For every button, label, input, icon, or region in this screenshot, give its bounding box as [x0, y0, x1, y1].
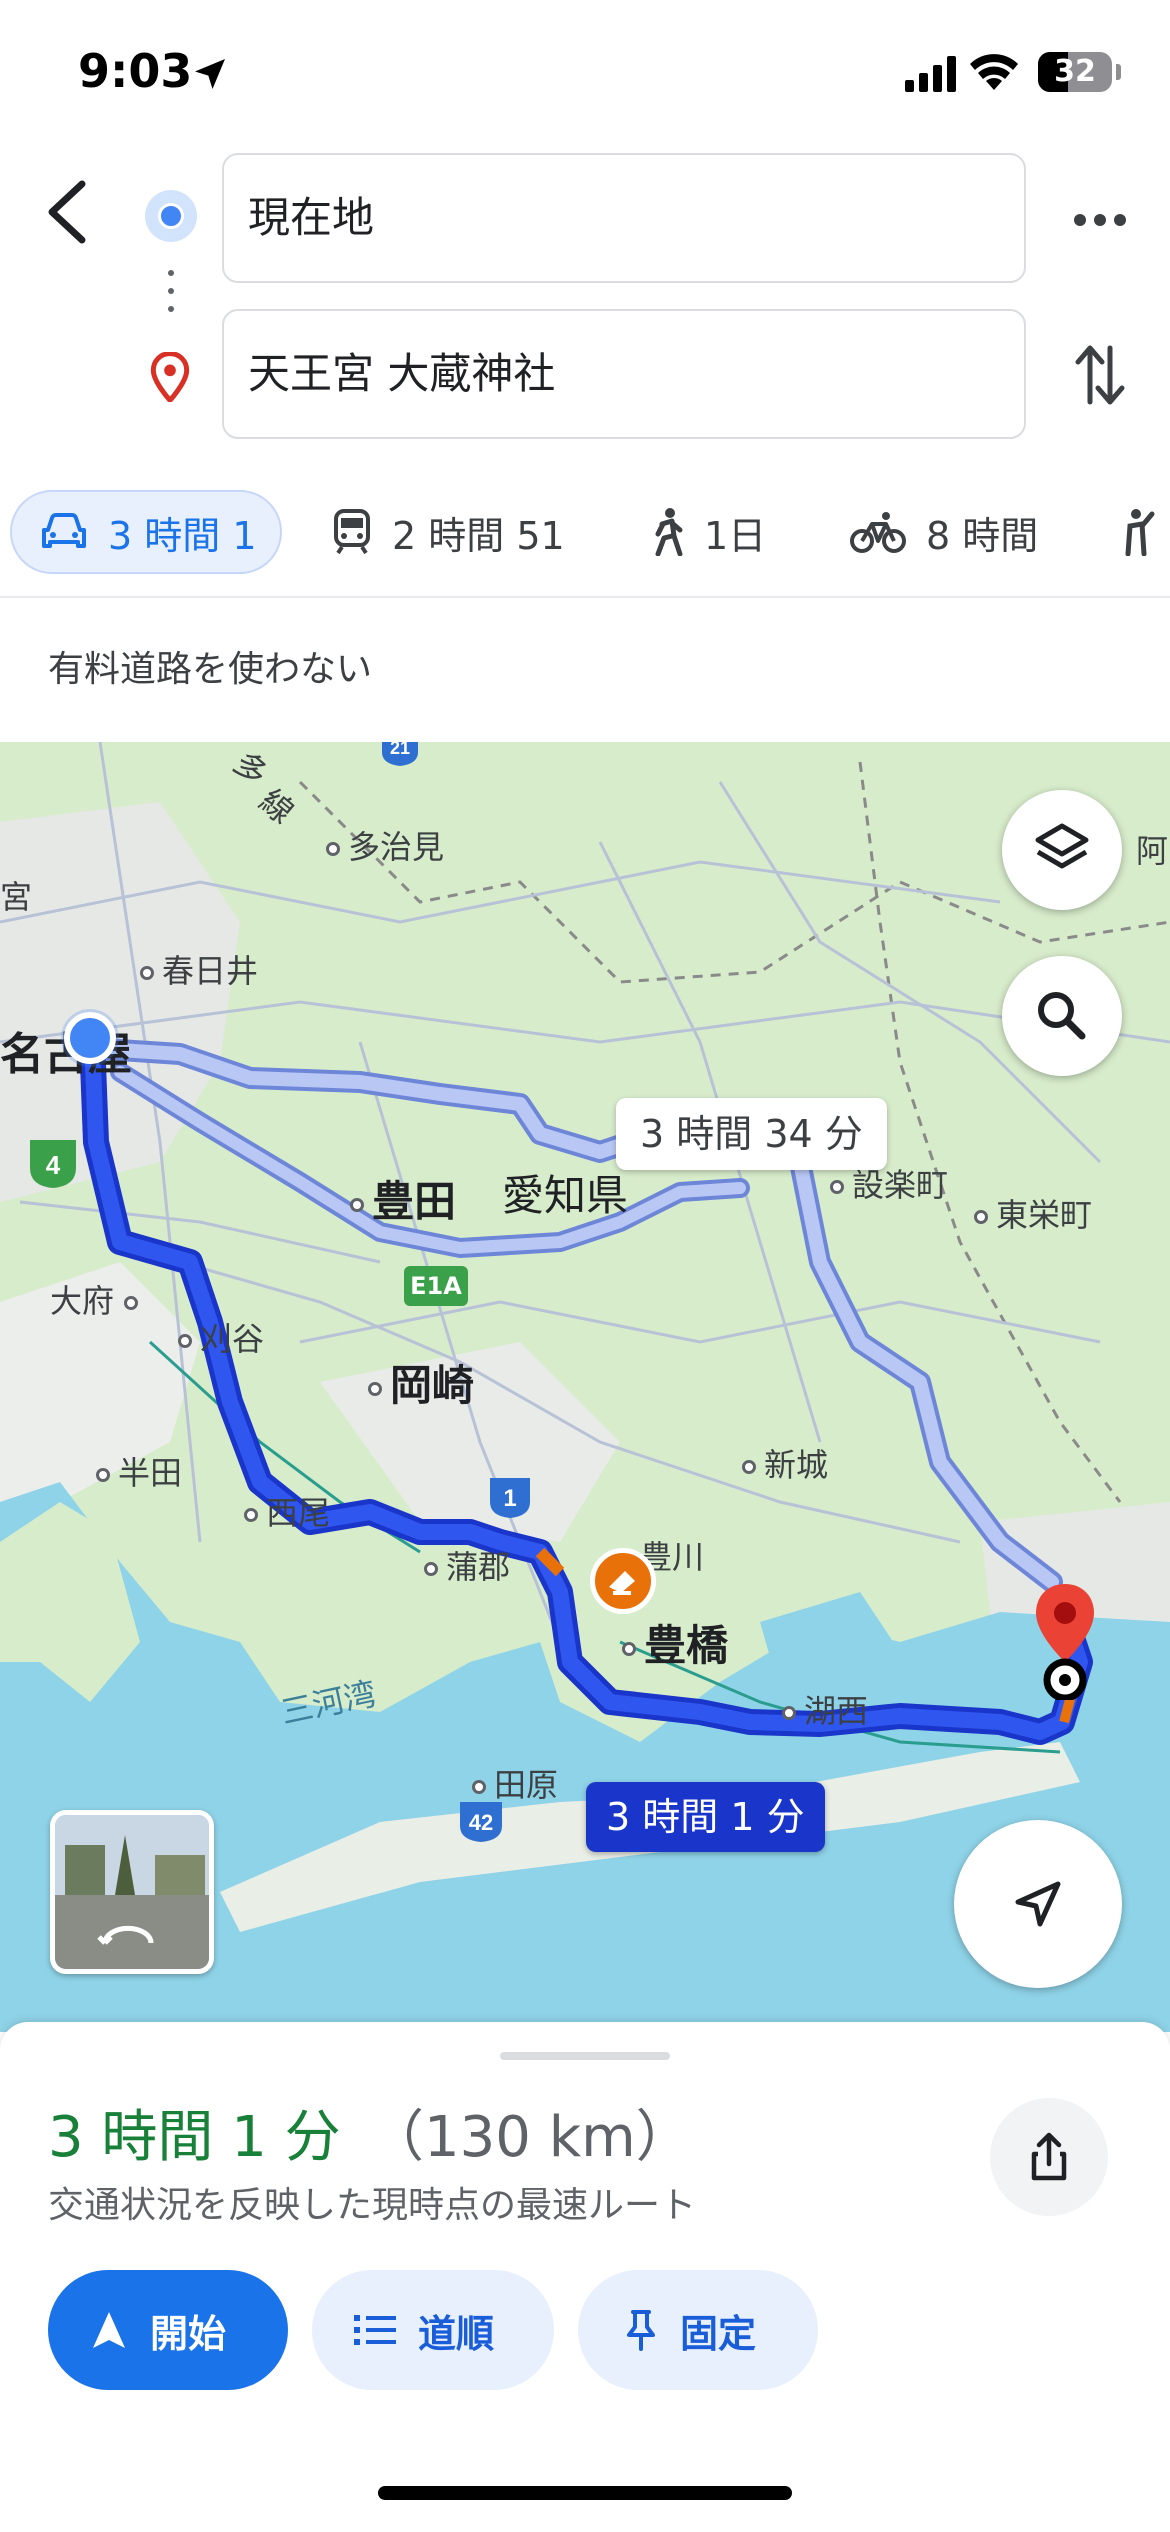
mode-driving[interactable]: 3 時間 1 — [10, 490, 282, 574]
walking-icon — [655, 508, 683, 556]
highway-shield-42: 42 — [460, 1802, 502, 1842]
search-icon — [1038, 992, 1086, 1040]
map-view[interactable]: 多治見 春日井 名古屋 豊田 愛知県 設楽町 東栄町 大府 刈谷 岡崎 半田 西… — [0, 742, 1170, 2032]
place-a: 阿 — [1136, 832, 1169, 870]
status-time: 9:03 — [78, 44, 193, 98]
destination-pin-icon — [150, 352, 190, 402]
status-bar: 9:03 32 — [0, 0, 1170, 140]
place-handa: 半田 — [96, 1448, 182, 1494]
mode-walking[interactable]: 1日 — [650, 490, 766, 574]
steps-button[interactable]: 道順 — [312, 2270, 554, 2390]
pin-button-label: 固定 — [680, 2311, 757, 2356]
place-shinshiro: 新城 — [742, 1440, 828, 1486]
navigation-arrow-icon — [1015, 1881, 1061, 1927]
highway-shield-e1a: E1A — [404, 1266, 468, 1306]
car-icon — [42, 513, 86, 548]
current-location-marker — [64, 1012, 116, 1064]
highway-shield-1: 1 — [490, 1478, 530, 1518]
sheet-drag-handle[interactable] — [500, 2052, 670, 2060]
street-view-thumbnail[interactable] — [50, 1810, 214, 1974]
place-kariya: 刈谷 — [178, 1314, 264, 1360]
place-toyota: 豊田 — [350, 1168, 456, 1229]
route-distance: （130 km） — [368, 2105, 692, 2170]
mode-transit[interactable]: 2 時間 51 — [332, 490, 565, 574]
route-description: 交通状況を反映した現時点の最速ルート — [48, 2185, 697, 2226]
mode-rideshare[interactable] — [1118, 490, 1170, 574]
place-miya: 宮 — [0, 878, 33, 916]
place-kasugai: 春日井 — [140, 946, 258, 992]
mode-walking-label: 1日 — [704, 513, 767, 558]
more-options-icon[interactable] — [1070, 196, 1130, 244]
mode-cycling-label: 8 時間 — [926, 513, 1039, 558]
list-icon — [354, 2315, 396, 2345]
avoid-tolls-option[interactable]: 有料道路を使わない — [48, 640, 372, 692]
svg-text:42: 42 — [469, 1810, 493, 1835]
svg-text:1: 1 — [503, 1485, 516, 1512]
cellular-signal-icon — [905, 56, 956, 92]
destination-input[interactable]: 天王宮 大蔵神社 — [222, 309, 1026, 439]
recenter-button[interactable] — [954, 1820, 1122, 1988]
steps-button-label: 道順 — [418, 2311, 495, 2356]
pin-icon — [627, 2310, 655, 2351]
highway-shield-21: 21 — [382, 742, 418, 766]
home-indicator[interactable] — [378, 2486, 792, 2500]
place-toei: 東栄町 — [974, 1190, 1092, 1236]
start-button[interactable]: 開始 — [48, 2270, 288, 2390]
alt-route-label[interactable]: 3 時間 34 分 — [616, 1098, 887, 1170]
share-icon — [1031, 2132, 1067, 2181]
place-kosai: 湖西 — [782, 1686, 868, 1732]
place-tajimi: 多治見 — [326, 822, 444, 868]
hazard-icon[interactable] — [590, 1548, 656, 1614]
swap-icon[interactable] — [1074, 342, 1126, 408]
location-arrow-icon — [195, 59, 225, 89]
place-toyohashi: 豊橋 — [622, 1612, 728, 1673]
place-okazaki: 岡崎 — [368, 1352, 474, 1413]
place-aichi-prefecture: 愛知県 — [502, 1171, 629, 1220]
pin-button[interactable]: 固定 — [578, 2270, 818, 2390]
battery-level: 32 — [1054, 54, 1096, 89]
layers-button[interactable] — [1002, 790, 1122, 910]
origin-input[interactable]: 現在地 — [222, 153, 1026, 283]
route-summary-sheet: 3 時間 1 分 （130 km） 交通状況を反映した現時点の最速ルート 開始 … — [0, 2022, 1170, 2532]
mode-transit-label: 2 時間 51 — [392, 513, 565, 558]
main-route-label[interactable]: 3 時間 1 分 — [586, 1782, 825, 1852]
svg-text:4: 4 — [46, 1150, 61, 1180]
mode-driving-label: 3 時間 1 — [108, 513, 257, 558]
start-button-label: 開始 — [150, 2311, 227, 2356]
person-hail-icon — [1125, 509, 1155, 556]
navigation-icon — [93, 2312, 125, 2348]
travel-mode-bar: 3 時間 1 2 時間 51 1日 8 時間 — [0, 480, 1170, 580]
wifi-icon — [970, 54, 1018, 90]
search-along-route-button[interactable] — [1002, 956, 1122, 1076]
place-nishio: 西尾 — [244, 1488, 330, 1534]
back-arrow-icon[interactable] — [40, 176, 96, 248]
highway-shield-4: 4 — [30, 1140, 76, 1188]
origin-dot-icon — [145, 190, 197, 242]
bicycle-icon — [850, 512, 906, 553]
battery-icon: 32 — [1038, 52, 1112, 92]
layers-icon — [1035, 823, 1089, 869]
share-button[interactable] — [990, 2098, 1108, 2216]
route-duration: 3 時間 1 分 — [48, 2105, 341, 2170]
place-gamagori: 蒲郡 — [424, 1542, 510, 1588]
train-icon — [334, 509, 370, 555]
divider — [0, 596, 1170, 598]
svg-text:21: 21 — [390, 742, 410, 758]
place-obu: 大府 — [50, 1276, 146, 1322]
destination-marker-icon — [1036, 1584, 1094, 1700]
route-connector-dots — [168, 270, 174, 324]
mode-cycling[interactable]: 8 時間 — [850, 490, 1038, 574]
